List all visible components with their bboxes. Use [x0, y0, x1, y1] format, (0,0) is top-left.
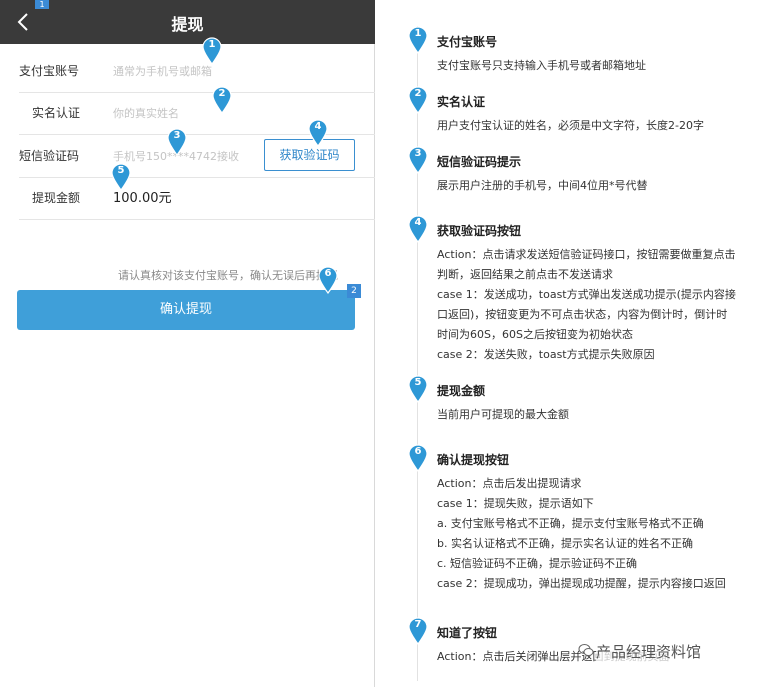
notice-text: 请认真核对该支付宝账号，确认无误后再提现 [118, 269, 338, 282]
annotation-pin-icon: 2 [212, 86, 232, 114]
annotation-line: 时间为60S，60S之后按钮变为初始状态 [437, 328, 633, 341]
annotation-line: Action：点击请求发送短信验证码接口，按钮需要做重复点击 [437, 248, 736, 261]
annotation-line: b. 实名认证格式不正确，提示实名认证的姓名不正确 [437, 537, 693, 550]
alipay-account-label: 支付宝账号 [19, 64, 80, 78]
timeline-line [417, 26, 418, 681]
page-tag: 2 [347, 284, 361, 298]
divider [19, 219, 375, 220]
annotation-line: 用户支付宝认证的姓名，必须是中文字符，长度2-20字 [437, 119, 704, 132]
page-tag: 1 [35, 0, 49, 9]
annotation-line: case 1：提现失败，提示语如下 [437, 497, 594, 510]
wechat-icon [578, 644, 594, 656]
amount-row: 提现金额 100.00元 [0, 176, 375, 220]
annotation-title: 提现金额 [437, 384, 486, 398]
annotation-pin-icon: 6 [408, 444, 428, 472]
annotation-title: 短信验证码提示 [437, 155, 522, 169]
confirm-withdraw-button[interactable]: 确认提现 [17, 290, 355, 330]
annotation-title: 知道了按钮 [437, 626, 498, 640]
annotation-pin-icon: 1 [202, 37, 222, 65]
alipay-account-input[interactable]: 通常为手机号或邮箱 [113, 63, 212, 79]
annotation-pin-icon: 3 [167, 128, 187, 156]
annotation-line: 展示用户注册的手机号，中间4位用*号代替 [437, 179, 648, 192]
annotation-title: 获取验证码按钮 [437, 224, 522, 238]
annotation-line: 口返回)，按钮变更为不可点击状态，内容为倒计时，倒计时 [437, 308, 728, 321]
nav-bar: 1 提现 [0, 0, 375, 44]
annotation-pin-icon: 3 [408, 146, 428, 174]
annotation-title: 支付宝账号 [437, 35, 498, 49]
page-title: 提现 [171, 15, 204, 34]
annotation-pin-icon: 1 [408, 26, 428, 54]
annotation-line: 当前用户可提现的最大金额 [437, 408, 569, 421]
amount-label: 提现金额 [32, 191, 81, 205]
annotation-line: case 1：发送成功，toast方式弹出发送成功提示(提示内容接 [437, 288, 736, 301]
annotation-title: 确认提现按钮 [437, 453, 510, 467]
annotation-pin-icon: 5 [111, 163, 131, 191]
annotation-pin-icon: 7 [408, 617, 428, 645]
annotation-line: 判断，返回结果之前点击不发送请求 [437, 268, 613, 281]
annotation-title: 实名认证 [437, 95, 486, 109]
annotation-line: case 2：提现成功，弹出提现成功提醒，提示内容接口返回 [437, 577, 726, 590]
annotation-pin-icon: 4 [408, 215, 428, 243]
annotation-line: a. 支付宝账号格式不正确，提示支付宝账号格式不正确 [437, 517, 704, 530]
annotation-pin-icon: 4 [308, 119, 328, 147]
annotation-pin-icon: 5 [408, 375, 428, 403]
annotation-pin-icon: 6 [318, 266, 338, 294]
annotation-pin-icon: 2 [408, 86, 428, 114]
phone-mockup: 1 提现 支付宝账号 通常为手机号或邮箱 实名认证 你的真实姓名 短信验证码 手… [0, 0, 375, 687]
annotation-line: Action：点击后发出提现请求 [437, 477, 582, 490]
sms-code-label: 短信验证码 [19, 149, 80, 163]
annotation-line: c. 短信验证码不正确，提示验证码不正确 [437, 557, 638, 570]
annotation-line: case 2：发送失败，toast方式提示失败原因 [437, 348, 655, 361]
alipay-account-row: 支付宝账号 通常为手机号或邮箱 [0, 49, 375, 93]
watermark: 产品经理资料馆 [596, 641, 702, 662]
annotation-line: 支付宝账号只支持输入手机号或者邮箱地址 [437, 59, 646, 72]
realname-label: 实名认证 [32, 106, 81, 120]
realname-input[interactable]: 你的真实姓名 [113, 105, 179, 121]
